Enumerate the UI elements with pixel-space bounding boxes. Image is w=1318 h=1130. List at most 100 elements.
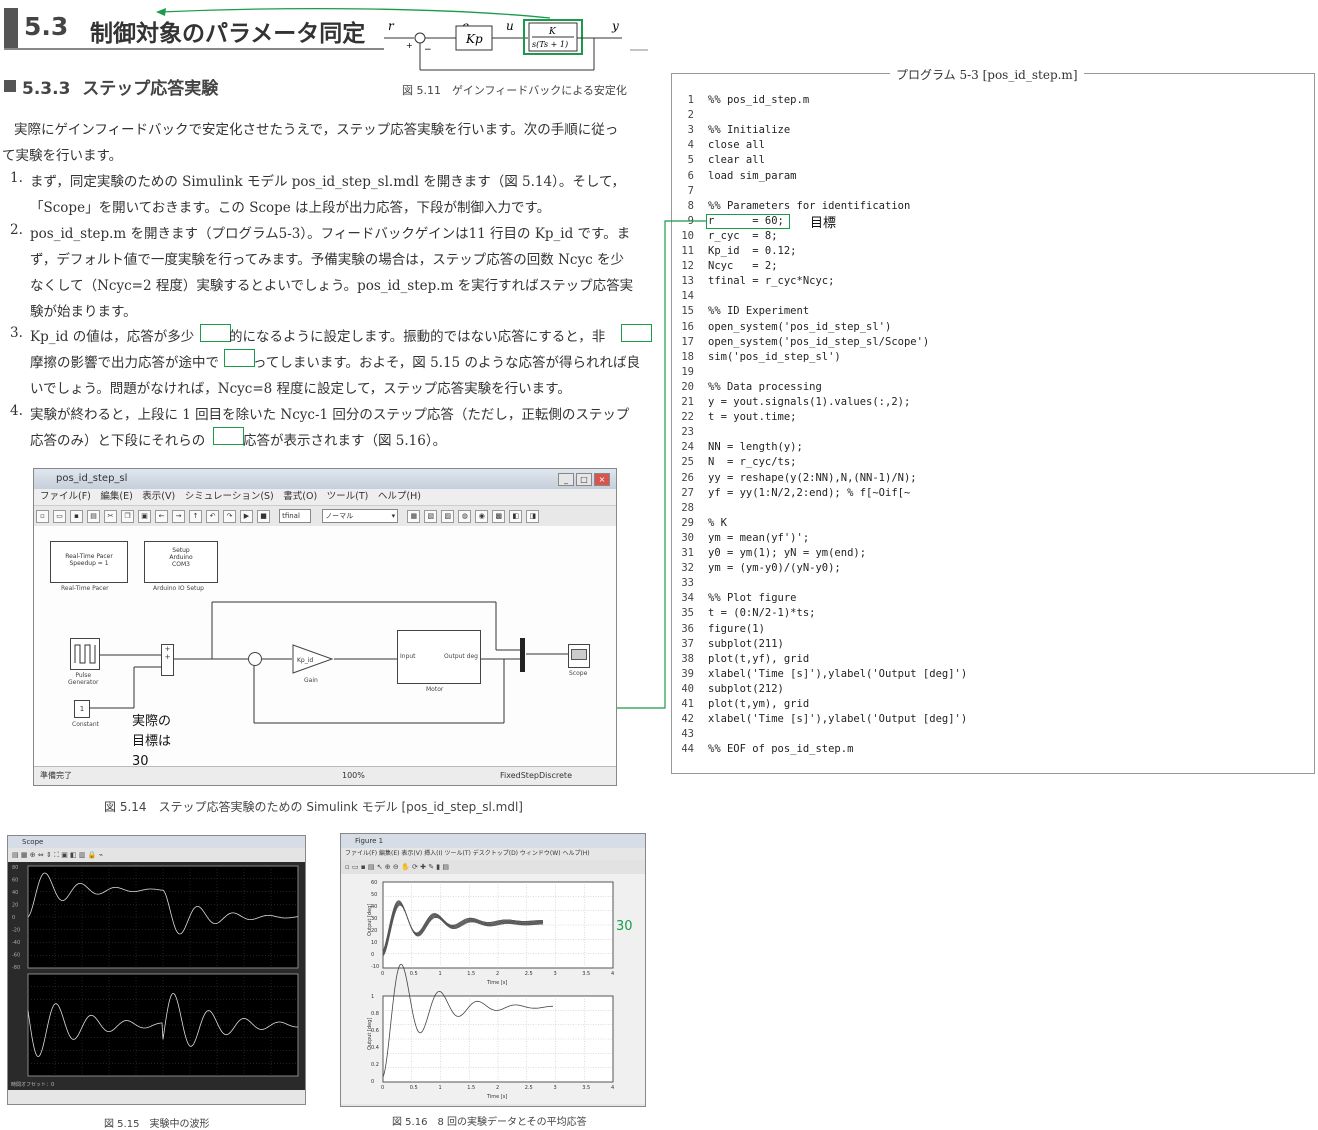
copy-icon[interactable]: ❐ [121, 510, 134, 523]
hide-icon[interactable]: ◨ [526, 510, 540, 523]
plus-sign: + [406, 41, 413, 50]
subsection-title: 5.3.3 ステップ応答実験 [22, 74, 218, 99]
real-time-pacer-block[interactable]: Real-Time Pacer Speedup = 1 [50, 541, 128, 583]
cut-icon[interactable]: ✂ [104, 510, 117, 523]
brush-icon[interactable]: ✎ [428, 863, 434, 871]
scope-ytick: 40 [12, 890, 18, 896]
code-text: Ncyc = 2; [708, 260, 778, 273]
model-advisor-icon[interactable]: ▩ [492, 510, 506, 523]
simulink-menu-bar[interactable]: ファイル(F) 編集(E) 表示(V) シミュレーション(S) 書式(O) ツー… [34, 489, 616, 505]
zoom-icon[interactable]: ⊕ [30, 851, 36, 859]
gain-block[interactable]: Kp_id [292, 644, 334, 674]
new-icon[interactable]: ▫ [36, 510, 49, 523]
update-icon[interactable]: ▨ [441, 510, 455, 523]
restore-icon[interactable]: ◧ [70, 851, 77, 859]
top-xlabel: Time [s] [486, 980, 507, 986]
open-icon[interactable]: ▭ [352, 863, 359, 871]
figure-toolbar: ▫ ▭ ▪ ▤ ↖ ⊕ ⊖ ✋ ⟳ ✚ ✎ ▮ ▤ [341, 860, 645, 874]
up-icon[interactable]: ↑ [189, 510, 202, 523]
figure-xtick: 2 [496, 971, 499, 977]
figure-ytick: 50 [371, 892, 377, 898]
params-icon[interactable]: ▦ [21, 851, 28, 859]
new-figure-icon[interactable]: ▫ [345, 863, 350, 871]
figure-xtick: 2.5 [525, 971, 533, 977]
back-icon[interactable]: ← [155, 510, 168, 523]
section-number: 5.3 [24, 12, 69, 41]
scope-block[interactable] [568, 644, 590, 668]
constant-block[interactable]: 1 [74, 700, 90, 718]
undo-icon[interactable]: ↶ [206, 510, 219, 523]
save-icon[interactable]: ▪ [70, 510, 83, 523]
code-line: 27 yf = yy(1:N/2,2:end); % f[~Oif[~ [676, 487, 910, 502]
forward-icon[interactable]: → [172, 510, 185, 523]
code-line: 8 %% Parameters for identification [676, 200, 911, 215]
figure-xtick: 1 [439, 1085, 442, 1091]
print-icon[interactable]: ▤ [12, 851, 19, 859]
actual-target-annotation: 実際の 目標は 30 [132, 712, 171, 772]
rotate-icon[interactable]: ⟳ [412, 863, 418, 871]
code-text: NN = length(y); [708, 441, 803, 454]
figure-ytick: 1 [371, 994, 374, 1000]
line-number: 7 [687, 184, 694, 197]
print-icon[interactable]: ▤ [87, 510, 100, 523]
explorer-icon[interactable]: ◉ [475, 510, 489, 523]
debug-model-icon[interactable]: ◧ [509, 510, 523, 523]
pan-icon[interactable]: ✋ [401, 863, 410, 871]
scope-ytick: -60 [12, 953, 20, 959]
sum-block-2[interactable] [248, 652, 262, 666]
subsection-title-text: ステップ応答実験 [82, 79, 219, 99]
motor-output-port: Output deg [443, 653, 478, 660]
zoom-y-icon[interactable]: ⇕ [46, 851, 52, 859]
motor-block[interactable]: Input Output deg [397, 630, 481, 684]
minimize-button[interactable]: _ [558, 473, 574, 486]
figure-xtick: 1.5 [467, 971, 475, 977]
legend-icon[interactable]: ▤ [442, 863, 449, 871]
code-text: %% pos_id_step.m [708, 94, 810, 106]
close-button[interactable]: × [594, 473, 610, 486]
paste-icon[interactable]: ▣ [138, 510, 151, 523]
code-text: close all [708, 139, 765, 152]
item-1-number: 1. [10, 170, 23, 186]
figure-title: Figure 1 [355, 837, 384, 845]
scope-label: Scope [569, 670, 588, 677]
code-text: load sim_param [708, 169, 797, 182]
datacursor-icon[interactable]: ✚ [420, 863, 426, 871]
save-icon[interactable]: ▪ [361, 863, 366, 871]
autoscale-icon[interactable]: ⛶ [54, 851, 59, 859]
simulink-toolbar: ▫ ▭ ▪ ▤ ✂ ❐ ▣ ← → ↑ ↶ ↷ ▶ ■ tfinal ノーマル ▾ ▦ ▧ ▨ ◍ ◉ ▩ ◧ ◨ [34, 505, 616, 527]
figure-ytick: 60 [371, 880, 377, 886]
stop-icon[interactable]: ■ [257, 510, 270, 523]
stop-time-input[interactable]: tfinal [279, 509, 312, 523]
code-line: 26 yy = reshape(y(2:NN),N,(NN-1)/N); [676, 472, 916, 487]
colorbar-icon[interactable]: ▮ [436, 863, 440, 871]
sim-mode-select[interactable]: ノーマル ▾ [322, 509, 399, 523]
maximize-button[interactable]: □ [576, 473, 592, 486]
target-annotation: 目標 [810, 216, 837, 231]
figure-xtick: 4 [611, 971, 614, 977]
arduino-setup-block[interactable]: Setup Arduino COM3 [144, 541, 218, 583]
open-icon[interactable]: ▭ [53, 510, 66, 523]
pointer-icon[interactable]: ↖ [377, 863, 383, 871]
annotation-arrow-top [156, 7, 551, 19]
pacer-label: Real-Time Pacer [61, 585, 109, 592]
save-axes-icon[interactable]: ▣ [61, 851, 68, 859]
floating-icon[interactable]: ▥ [79, 851, 86, 859]
redo-icon[interactable]: ↷ [223, 510, 236, 523]
zoom-out-icon[interactable]: ⊖ [393, 863, 399, 871]
zoom-in-icon[interactable]: ⊕ [385, 863, 391, 871]
code-text: subplot(212) [708, 682, 784, 695]
figure-xtick: 2.5 [525, 1085, 533, 1091]
debug-icon[interactable]: ▧ [424, 510, 438, 523]
build-icon[interactable]: ▦ [407, 510, 421, 523]
lock-icon[interactable]: 🔒 [88, 851, 97, 859]
code-line: 1 %% pos_id_step.m [676, 94, 809, 109]
code-text: ym = mean(yf')'; [708, 531, 810, 544]
print-icon[interactable]: ▤ [368, 863, 375, 871]
figure-menu-bar[interactable]: ファイル(F) 編集(E) 表示(V) 挿入(I) ツール(T) デスクトップ(… [341, 848, 645, 860]
library-icon[interactable]: ◍ [458, 510, 472, 523]
pulse-generator-block[interactable] [70, 638, 100, 670]
signal-select-icon[interactable]: ⌁ [99, 851, 103, 859]
zoom-x-icon[interactable]: ⇔ [38, 851, 44, 859]
sum-block-1[interactable]: + + [161, 644, 174, 676]
run-icon[interactable]: ▶ [240, 510, 253, 523]
